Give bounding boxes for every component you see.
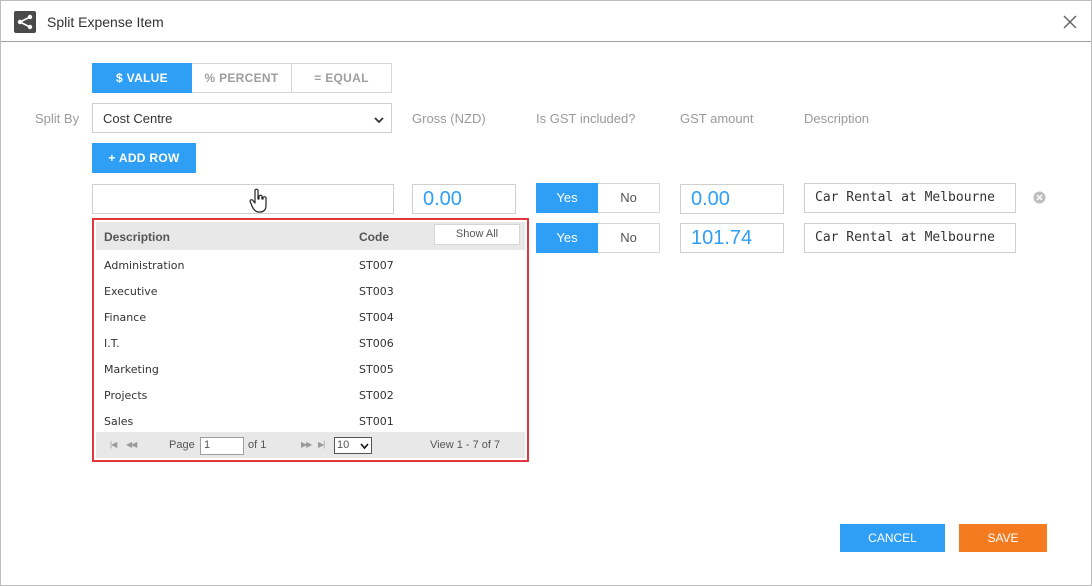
item-code: ST005 bbox=[359, 363, 394, 376]
list-item[interactable]: Finance ST004 bbox=[96, 304, 525, 330]
dialog-title: Split Expense Item bbox=[47, 14, 164, 30]
split-by-select[interactable]: Cost Centre bbox=[92, 103, 392, 133]
list-item[interactable]: Projects ST002 bbox=[96, 382, 525, 408]
gross-amount-input[interactable]: 0.00 bbox=[412, 184, 516, 214]
rows-per-page-value: 10 bbox=[337, 439, 350, 451]
item-code: ST007 bbox=[359, 259, 394, 272]
view-count-label: View 1 - 7 of 7 bbox=[430, 439, 501, 451]
chevron-down-icon bbox=[373, 113, 385, 128]
item-description: Administration bbox=[104, 259, 185, 272]
gst-amount-input[interactable]: 0.00 bbox=[680, 184, 784, 214]
description-header: Description bbox=[104, 230, 171, 244]
add-row-button[interactable]: + ADD ROW bbox=[92, 143, 196, 173]
description-column-label: Description bbox=[804, 111, 870, 126]
split-expense-dialog: Split Expense Item $ VALUE % PERCENT = E… bbox=[0, 0, 1092, 586]
item-description: Projects bbox=[104, 389, 148, 402]
gross-column-label: Gross (NZD) bbox=[412, 111, 486, 126]
split-by-value: Cost Centre bbox=[103, 111, 173, 126]
item-code: ST002 bbox=[359, 389, 394, 402]
gst-yes-button[interactable]: Yes bbox=[536, 183, 598, 213]
save-button[interactable]: SAVE bbox=[959, 524, 1047, 552]
code-header: Code bbox=[359, 230, 389, 244]
dropdown-header: Description Code Show All bbox=[96, 222, 525, 250]
cost-centre-dropdown: Description Code Show All Administration… bbox=[92, 218, 529, 462]
title-bar: Split Expense Item bbox=[1, 1, 1091, 42]
first-page-icon[interactable]: |◀ bbox=[110, 440, 117, 449]
gst-amount-column-label: GST amount bbox=[680, 111, 754, 126]
hand-pointer-icon bbox=[249, 188, 269, 219]
tab-percent[interactable]: % PERCENT bbox=[192, 63, 292, 93]
page-number-input[interactable]: 1 bbox=[200, 437, 244, 455]
list-item[interactable]: Sales ST001 bbox=[96, 408, 525, 434]
split-mode-tabs: $ VALUE % PERCENT = EQUAL bbox=[92, 63, 392, 93]
cancel-button[interactable]: CANCEL bbox=[840, 524, 945, 552]
next-page-icon[interactable]: ▶▶ bbox=[301, 440, 312, 449]
item-description: Sales bbox=[104, 415, 134, 428]
gst-included-toggle: Yes No bbox=[536, 183, 660, 213]
chevron-down-icon bbox=[360, 441, 369, 453]
gst-amount-input[interactable]: 101.74 bbox=[680, 223, 784, 253]
close-icon[interactable] bbox=[1061, 13, 1079, 31]
description-input[interactable]: Car Rental at Melbourne bbox=[804, 183, 1016, 213]
item-code: ST003 bbox=[359, 285, 394, 298]
item-description: Finance bbox=[104, 311, 147, 324]
remove-row-icon[interactable] bbox=[1033, 191, 1046, 209]
item-code: ST004 bbox=[359, 311, 394, 324]
share-icon bbox=[14, 11, 36, 33]
cost-centre-input[interactable] bbox=[92, 184, 394, 214]
list-item[interactable]: I.T. ST006 bbox=[96, 330, 525, 356]
page-label: Page bbox=[169, 439, 195, 451]
gst-no-button[interactable]: No bbox=[598, 223, 660, 253]
gst-yes-button[interactable]: Yes bbox=[536, 223, 598, 253]
list-item[interactable]: Marketing ST005 bbox=[96, 356, 525, 382]
gst-included-column-label: Is GST included? bbox=[536, 111, 636, 126]
tab-equal[interactable]: = EQUAL bbox=[292, 63, 392, 93]
item-code: ST001 bbox=[359, 415, 394, 428]
split-by-label: Split By bbox=[35, 111, 80, 126]
item-description: Marketing bbox=[104, 363, 159, 376]
item-code: ST006 bbox=[359, 337, 394, 350]
list-item[interactable]: Administration ST007 bbox=[96, 252, 525, 278]
rows-per-page-select[interactable]: 10 bbox=[334, 437, 372, 454]
description-input[interactable]: Car Rental at Melbourne bbox=[804, 223, 1016, 253]
item-description: Executive bbox=[104, 285, 158, 298]
show-all-button[interactable]: Show All bbox=[434, 224, 520, 245]
gst-included-toggle: Yes No bbox=[536, 223, 660, 253]
list-item[interactable]: Executive ST003 bbox=[96, 278, 525, 304]
tab-value[interactable]: $ VALUE bbox=[92, 63, 192, 93]
item-description: I.T. bbox=[104, 337, 120, 350]
prev-page-icon[interactable]: ◀◀ bbox=[126, 440, 137, 449]
page-total-label: of 1 bbox=[248, 439, 267, 451]
last-page-icon[interactable]: ▶| bbox=[318, 440, 325, 449]
gst-no-button[interactable]: No bbox=[598, 183, 660, 213]
pager: |◀ ◀◀ Page 1 of 1 ▶▶ ▶| 10 View 1 - 7 of… bbox=[96, 432, 525, 458]
